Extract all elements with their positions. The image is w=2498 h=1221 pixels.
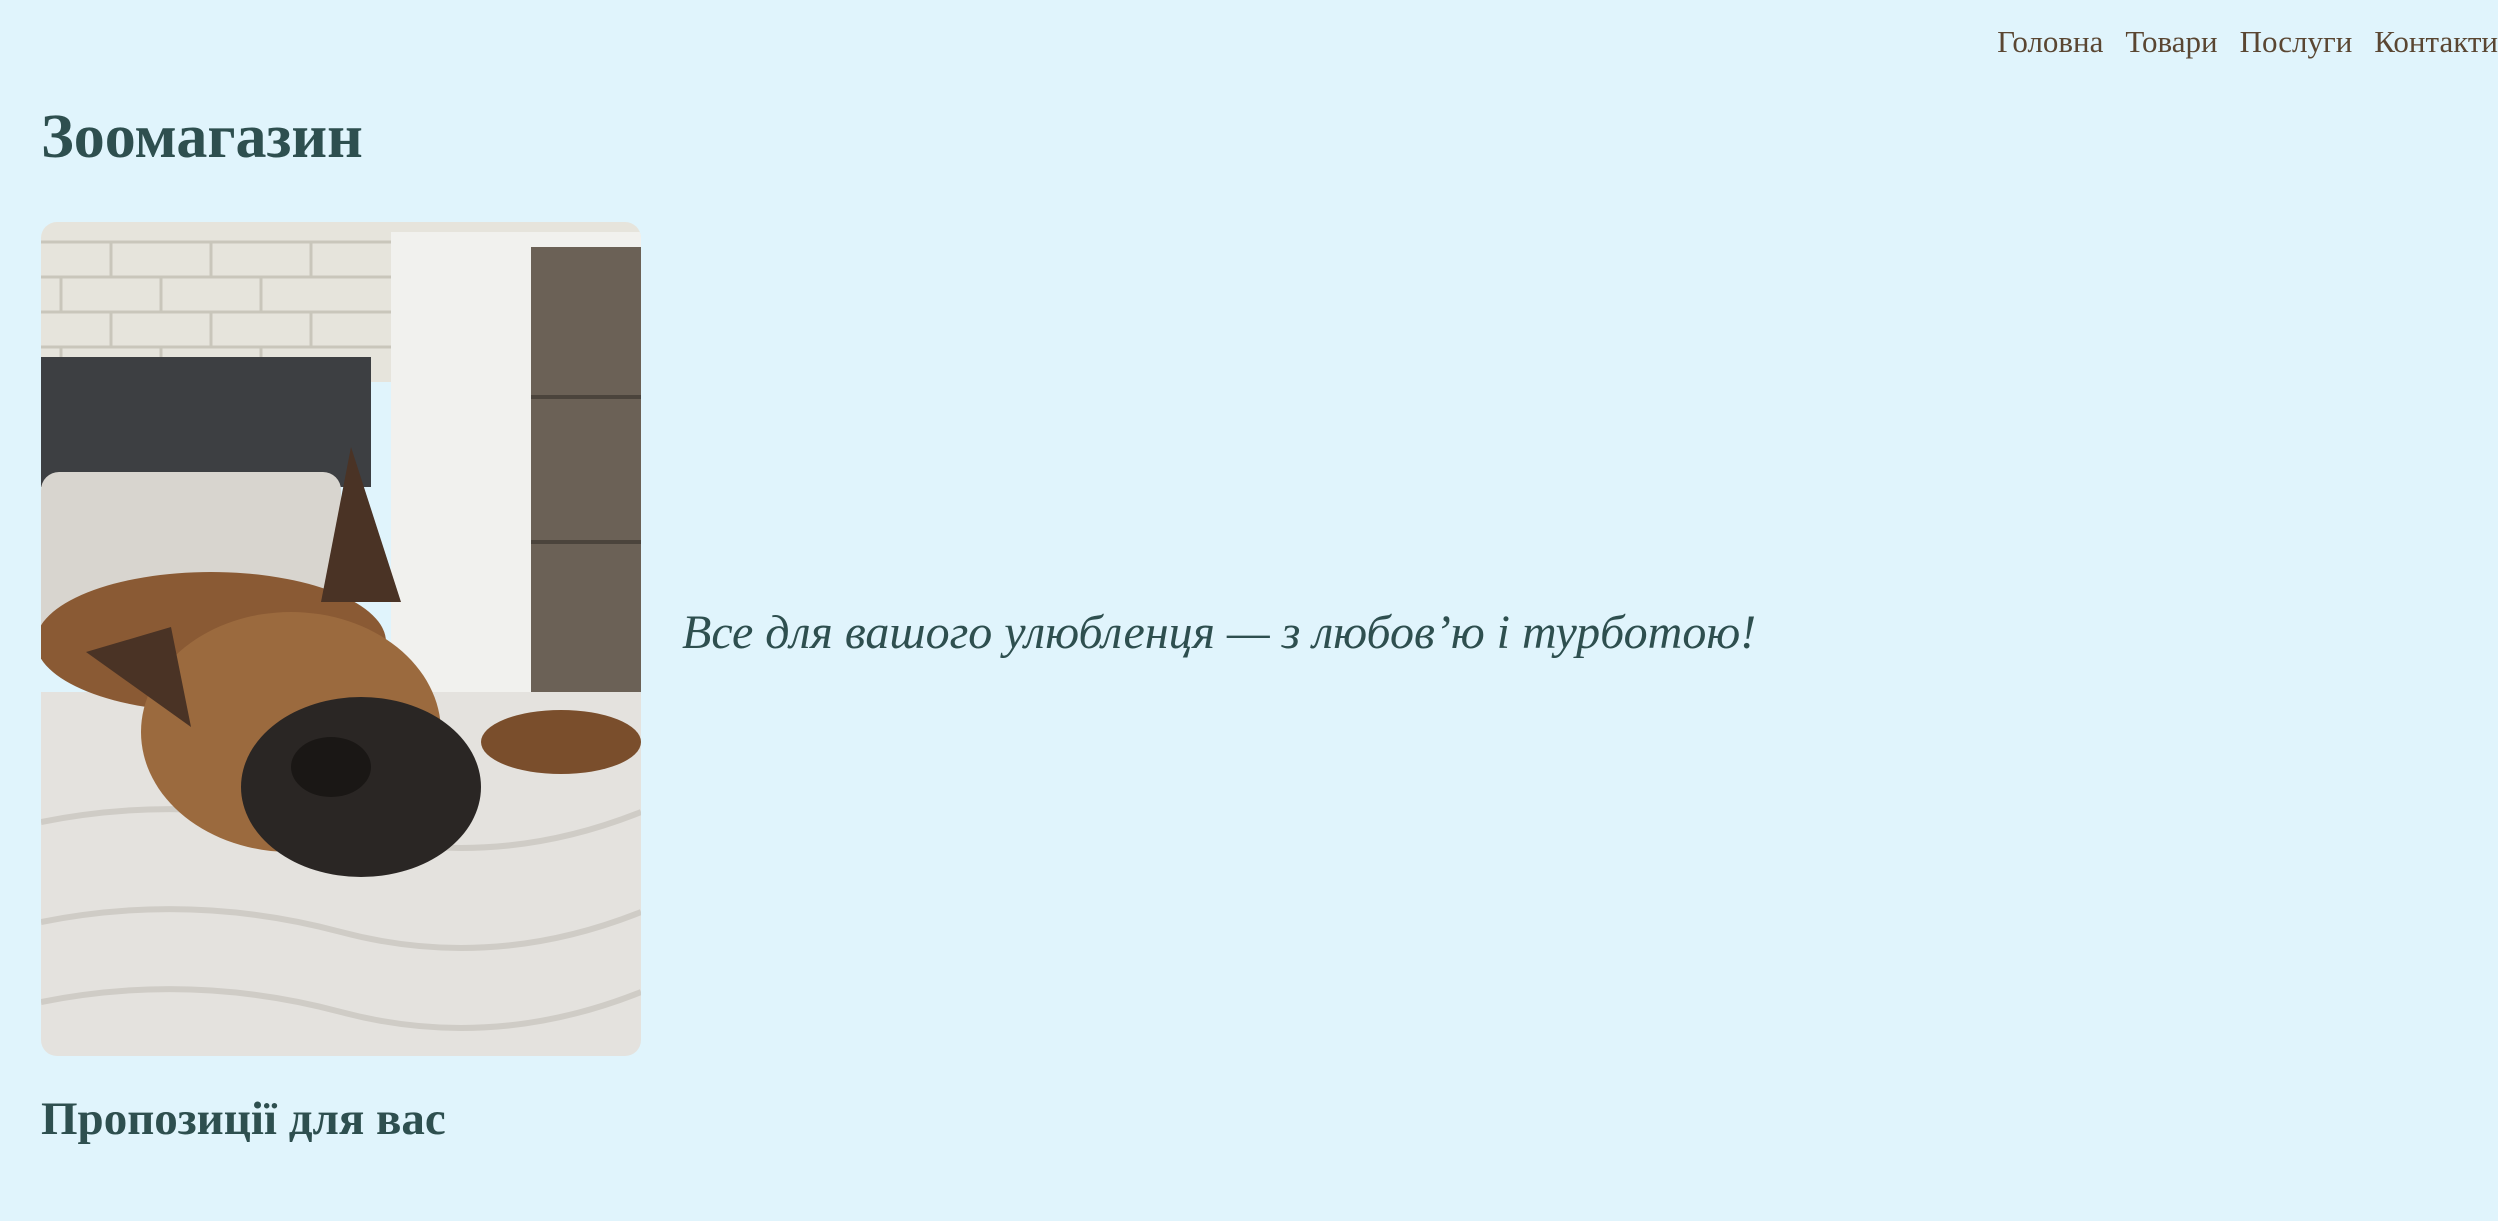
nav-link-services[interactable]: Послуги xyxy=(2240,24,2353,60)
hero-dog-photo xyxy=(41,222,641,1056)
offers-section-title: Пропозиції для вас xyxy=(41,1093,446,1145)
nav-link-contacts[interactable]: Контакти xyxy=(2374,24,2498,60)
site-title: Зоомагазин xyxy=(41,103,363,171)
nav-link-home[interactable]: Головна xyxy=(1997,24,2103,60)
hero-tagline: Все для вашого улюбленця — з любов’ю і т… xyxy=(682,606,1757,659)
nav-link-products[interactable]: Товари xyxy=(2125,24,2217,60)
main-nav: Головна Товари Послуги Контакти xyxy=(1997,24,2498,60)
sleeping-dog-illustration xyxy=(41,222,641,1056)
